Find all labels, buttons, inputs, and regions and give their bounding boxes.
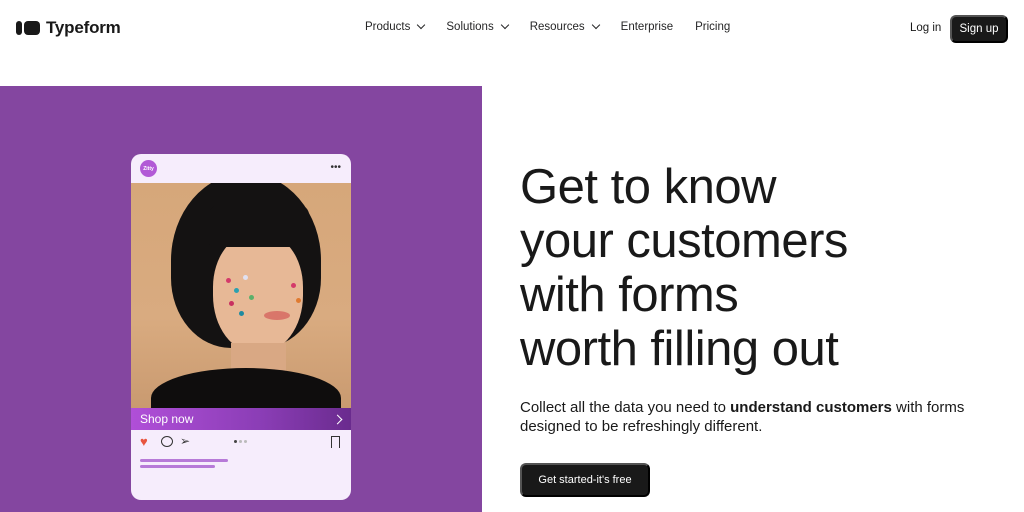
- subtext-emphasis: understand customers: [730, 399, 892, 416]
- menu-products-label: Products: [365, 21, 411, 33]
- send-icon: ➢: [180, 434, 191, 448]
- social-post-mockup: Zitty ••• Shop now ♥ ➢: [131, 154, 351, 500]
- get-started-button[interactable]: Get started-it's free: [520, 463, 650, 497]
- chevron-right-icon: [332, 414, 343, 424]
- hero-subtext: Collect all the data you need to underst…: [520, 398, 1000, 436]
- post-header: Zitty •••: [131, 154, 351, 183]
- photo-gem: [239, 311, 244, 316]
- menu-pricing[interactable]: Pricing: [695, 21, 730, 33]
- photo-face: [213, 233, 303, 353]
- login-link[interactable]: Log in: [910, 22, 941, 34]
- more-horizontal-icon: •••: [330, 162, 341, 173]
- post-photo: [131, 183, 351, 408]
- chevron-down-icon: [417, 20, 426, 30]
- menu-solutions[interactable]: Solutions: [446, 20, 509, 33]
- menu-resources[interactable]: Resources: [529, 20, 600, 33]
- carousel-dot: [239, 440, 242, 443]
- shop-now-button[interactable]: Shop now: [131, 408, 351, 430]
- carousel-dots: [234, 440, 247, 443]
- photo-gem: [243, 275, 248, 280]
- typeform-logo-icon: [16, 21, 40, 35]
- avatar: Zitty: [140, 160, 157, 177]
- photo-lips: [264, 311, 290, 320]
- typeform-logo[interactable]: Typeform: [16, 18, 121, 38]
- carousel-dot-active: [234, 440, 237, 443]
- chevron-down-icon: [591, 20, 600, 30]
- headline-line: worth filling out: [520, 322, 839, 376]
- brand-name: Typeform: [46, 18, 121, 37]
- menu-enterprise-label: Enterprise: [620, 21, 674, 33]
- chevron-down-icon: [500, 20, 509, 30]
- photo-gem: [226, 278, 231, 283]
- photo-gem: [234, 288, 239, 293]
- carousel-dot: [244, 440, 247, 443]
- photo-shirt: [151, 368, 341, 408]
- signup-button[interactable]: Sign up: [950, 15, 1008, 43]
- menu-products[interactable]: Products: [365, 20, 426, 33]
- photo-gem: [229, 301, 234, 306]
- headline-line: your customers: [520, 214, 848, 268]
- photo-gem: [291, 283, 296, 288]
- main-menu: Products Solutions Resources Enterprise …: [365, 20, 730, 33]
- headline-line: Get to know: [520, 160, 776, 214]
- subtext-part: Collect all the data you need to: [520, 399, 731, 416]
- hero-headline: Get to know your customers with forms wo…: [520, 160, 848, 376]
- post-actions: ♥ ➢: [131, 434, 351, 450]
- menu-solutions-label: Solutions: [446, 21, 494, 33]
- bookmark-icon: [331, 436, 340, 448]
- shop-now-label: Shop now: [140, 412, 194, 426]
- menu-enterprise[interactable]: Enterprise: [621, 21, 673, 33]
- caption-placeholder-line: [140, 459, 228, 462]
- menu-pricing-label: Pricing: [695, 21, 731, 33]
- photo-gem: [249, 295, 254, 300]
- comment-icon: [161, 436, 173, 447]
- heart-icon: ♥: [140, 434, 148, 449]
- top-navigation: Typeform Products Solutions Resources En…: [0, 0, 1024, 58]
- headline-line: with forms: [520, 268, 739, 322]
- photo-bangs: [209, 205, 309, 247]
- photo-gem: [296, 298, 301, 303]
- caption-placeholder-line: [140, 465, 215, 468]
- menu-resources-label: Resources: [529, 21, 585, 33]
